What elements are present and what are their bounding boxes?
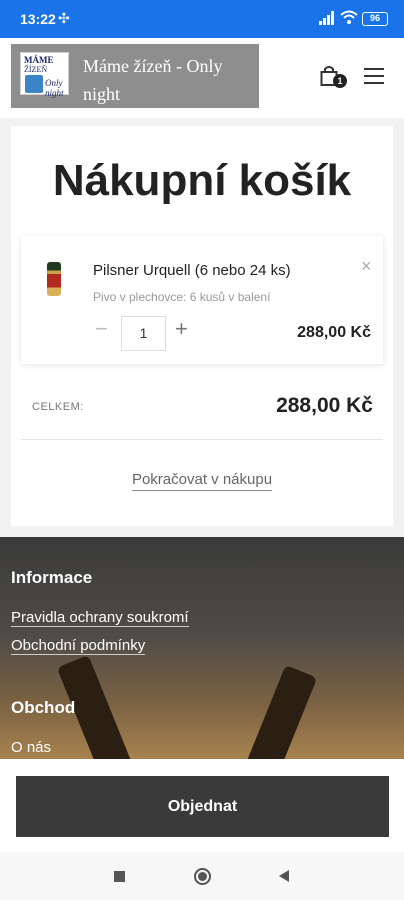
item-price: 288,00 Kč xyxy=(297,324,371,341)
menu-icon[interactable] xyxy=(364,68,384,89)
site-title: Máme žízeň - Only night xyxy=(83,56,223,104)
product-name[interactable]: Pilsner Urquell (6 nebo 24 ks) xyxy=(93,262,291,279)
status-bar: 13:22 ✣ 96 xyxy=(0,0,404,38)
site-header: MÁME ŽÍZEŇ Only night Máme žízeň - Only … xyxy=(0,38,404,118)
order-bar: Objednat xyxy=(0,759,404,852)
battery-icon: 96 xyxy=(362,12,388,26)
page-title: Nákupní košík xyxy=(52,156,352,205)
footer-heading-shop: Obchod xyxy=(11,698,76,717)
plus-icon[interactable]: + xyxy=(175,316,188,342)
continue-shopping-link[interactable]: Pokračovat v nákupu xyxy=(11,471,393,491)
quantity-input[interactable]: 1 xyxy=(121,316,166,351)
back-icon[interactable] xyxy=(279,870,289,882)
cart-count-badge: 1 xyxy=(333,74,347,88)
divider xyxy=(21,439,383,440)
recent-apps-icon[interactable] xyxy=(114,871,125,882)
total-label: CELKEM: xyxy=(32,401,84,413)
signal-icon xyxy=(319,11,334,25)
continue-shopping-label[interactable]: Pokračovat v nákupu xyxy=(131,471,273,491)
app-notification-icon: ✣ xyxy=(58,10,70,26)
wifi-icon xyxy=(340,10,358,24)
order-button[interactable]: Objednat xyxy=(16,776,389,837)
site-logo-link[interactable]: MÁME ŽÍZEŇ Only night Máme žízeň - Only … xyxy=(11,44,259,108)
product-thumbnail[interactable] xyxy=(47,262,61,296)
cart-panel: Nákupní košík Pilsner Urquell (6 nebo 24… xyxy=(11,126,393,526)
logo-image: MÁME ŽÍZEŇ Only night xyxy=(20,52,69,98)
site-footer: Informace Pravidla ochrany soukromí Obch… xyxy=(0,537,404,759)
footer-heading-info: Informace xyxy=(11,568,93,587)
total-value: 288,00 Kč xyxy=(276,394,373,417)
background-bottle xyxy=(240,665,318,759)
system-nav-bar xyxy=(0,852,404,900)
product-variant: Pivo v plechovce: 6 kusů v balení xyxy=(93,290,271,304)
footer-link-privacy[interactable]: Pravidla ochrany soukromí xyxy=(11,609,189,627)
footer-link-terms[interactable]: Obchodní podmínky xyxy=(11,637,146,655)
home-icon[interactable] xyxy=(194,868,211,885)
status-time: 13:22 xyxy=(20,11,56,27)
minus-icon[interactable]: − xyxy=(95,316,108,342)
close-icon[interactable]: × xyxy=(361,256,372,277)
footer-link-about[interactable]: O nás xyxy=(11,739,51,756)
cart-item: Pilsner Urquell (6 nebo 24 ks) × Pivo v … xyxy=(21,236,383,364)
